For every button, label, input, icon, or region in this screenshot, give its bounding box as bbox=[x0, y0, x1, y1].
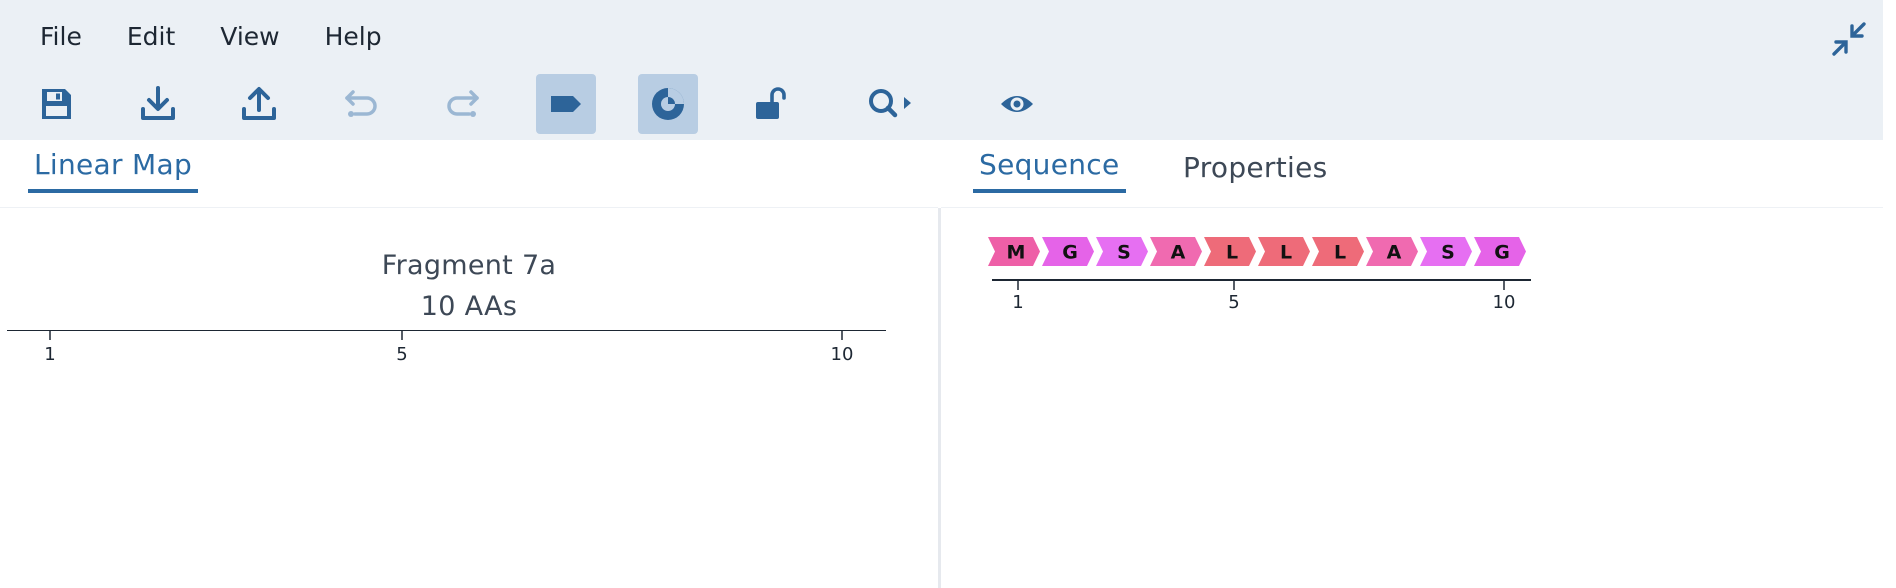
linear-map-pane: Linear Map Fragment 7a 10 AAs 1 5 10 bbox=[0, 140, 938, 588]
unlock-icon bbox=[756, 87, 786, 119]
search-menu-button[interactable] bbox=[855, 74, 925, 134]
tab-properties[interactable]: Properties bbox=[1177, 151, 1334, 192]
menu-edit[interactable]: Edit bbox=[117, 20, 185, 53]
ruler-tick-label: 10 bbox=[831, 344, 854, 365]
tab-linear-map[interactable]: Linear Map bbox=[28, 148, 199, 193]
download-button[interactable] bbox=[128, 74, 188, 134]
ruler-tick-label: 5 bbox=[396, 344, 407, 365]
lock-toggle[interactable] bbox=[740, 74, 800, 134]
menu-bar: File Edit View Help bbox=[30, 20, 417, 53]
feature-label-icon bbox=[551, 96, 581, 112]
circular-view-icon bbox=[652, 88, 684, 120]
top-chrome: File Edit View Help bbox=[0, 0, 1883, 140]
left-tab-bar: Linear Map bbox=[0, 140, 938, 208]
linear-map-ruler: 1 5 10 bbox=[7, 330, 886, 365]
residue-letter: S bbox=[1117, 242, 1131, 264]
undo-button[interactable] bbox=[331, 74, 391, 134]
ruler-tick-label: 1 bbox=[44, 344, 55, 365]
residue-letter: G bbox=[1494, 242, 1510, 264]
save-button[interactable] bbox=[26, 74, 86, 134]
search-menu-icon bbox=[869, 89, 911, 118]
undo-icon bbox=[345, 90, 377, 117]
map-name: Fragment 7a bbox=[381, 250, 557, 281]
save-icon bbox=[42, 89, 71, 119]
residue-letter: A bbox=[1387, 242, 1402, 264]
residue-letter: S bbox=[1441, 242, 1455, 264]
right-tab-bar: Sequence Properties bbox=[941, 140, 1883, 208]
residue-letter: L bbox=[1334, 242, 1346, 264]
redo-icon bbox=[447, 90, 479, 117]
upload-icon bbox=[242, 87, 276, 120]
map-length: 10 AAs bbox=[420, 291, 518, 322]
collapse-icon[interactable] bbox=[1830, 20, 1868, 58]
residue-letter: A bbox=[1171, 242, 1186, 264]
tab-sequence[interactable]: Sequence bbox=[973, 148, 1126, 193]
residue-letter: L bbox=[1226, 242, 1238, 264]
feature-label-toggle[interactable] bbox=[536, 74, 596, 134]
residue-letter: G bbox=[1062, 242, 1078, 264]
menu-help[interactable]: Help bbox=[315, 20, 392, 53]
menu-file[interactable]: File bbox=[30, 20, 92, 53]
sequence-tick-label: 1 bbox=[1012, 292, 1023, 312]
sequence-pane: Sequence Properties M G S A L L L A S G 1 5 10 bbox=[941, 140, 1883, 588]
circular-view-toggle[interactable] bbox=[638, 74, 698, 134]
download-icon bbox=[141, 86, 175, 120]
eye-icon bbox=[1001, 96, 1033, 112]
redo-button[interactable] bbox=[433, 74, 493, 134]
menu-view[interactable]: View bbox=[210, 20, 289, 53]
sequence-tick-label: 5 bbox=[1228, 292, 1239, 312]
residue-letter: L bbox=[1280, 242, 1292, 264]
upload-button[interactable] bbox=[229, 74, 289, 134]
amino-acid-sequence-view: M G S A L L L A S G 1 5 10 bbox=[988, 237, 1531, 312]
residue-letter: M bbox=[1007, 242, 1026, 264]
visibility-button[interactable] bbox=[987, 74, 1047, 134]
sequence-tick-label: 10 bbox=[1493, 292, 1516, 312]
toolbar bbox=[0, 74, 1883, 136]
sequence-editor-window: File Edit View Help Linear Map Fragment … bbox=[0, 0, 1883, 588]
